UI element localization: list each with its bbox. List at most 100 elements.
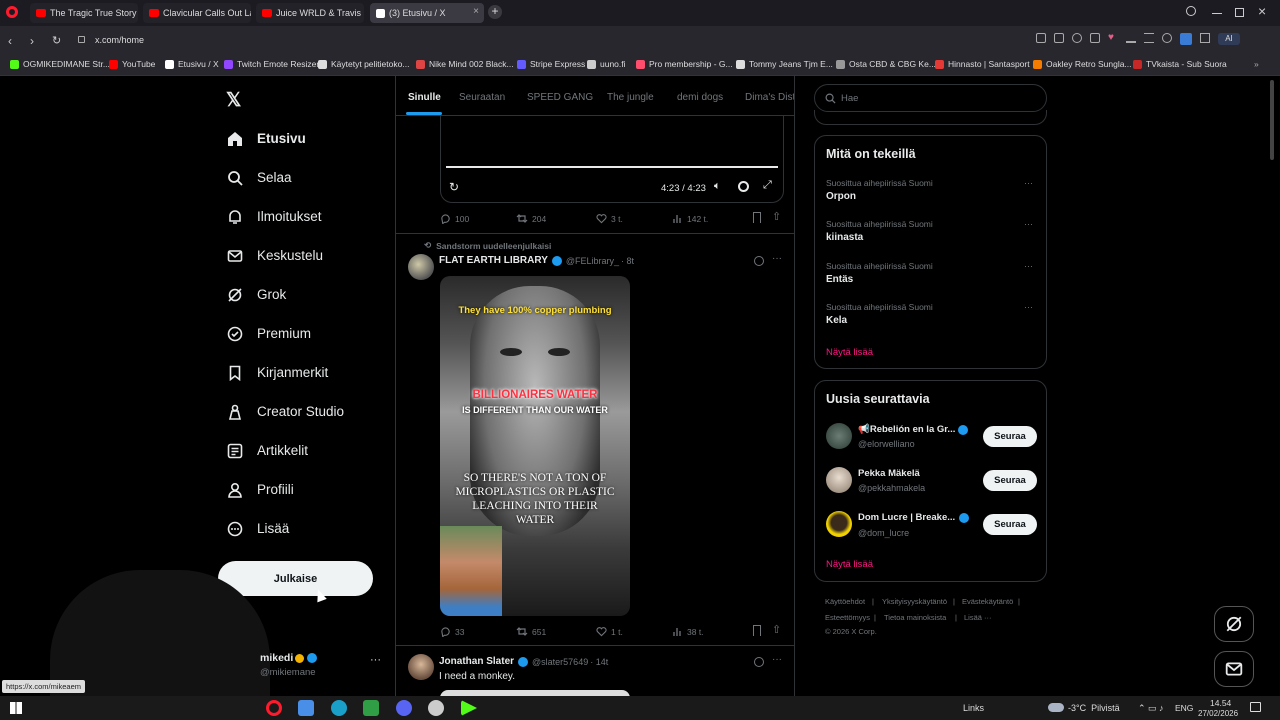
post-media-image[interactable]: They have 100% copper plumbing BILLIONAI… [440,276,630,616]
nav-item-creator-studio[interactable]: Creator Studio [226,403,344,420]
search-tabs-icon[interactable] [1186,6,1196,16]
extension-icon[interactable] [1180,33,1192,45]
more-icon[interactable]: ··· [772,654,782,665]
clock-date[interactable]: 27/02/2026 [1198,709,1238,718]
suggested-user-name[interactable]: Pekka Mäkelä [858,468,920,479]
nav-item-home[interactable]: Etusivu [226,130,306,147]
avatar[interactable] [408,254,434,280]
bookmark[interactable]: TVkaista - Sub Suora [1133,59,1227,69]
share-icon[interactable]: ⇧ [772,210,781,223]
post-author-handle[interactable]: @FELibrary_ [566,256,619,266]
tab-list[interactable]: demi dogs [677,92,723,103]
bookmark[interactable]: Hinnasto | Santasport [935,59,1030,69]
weather-label[interactable]: -3°C Pilvistä [1068,703,1120,713]
search-input[interactable]: Hae [841,93,858,104]
repost-button[interactable]: 651 [516,626,546,637]
nav-item-bookmarks[interactable]: Kirjanmerkit [226,364,328,381]
bookmark-icon[interactable] [753,625,761,636]
edge-taskbar-icon[interactable] [331,700,347,716]
app-taskbar-icon[interactable] [428,700,444,716]
profile-icon[interactable] [1162,33,1172,43]
app-taskbar-icon[interactable] [298,700,314,716]
opera-logo-icon[interactable] [6,6,18,18]
nav-item-explore[interactable]: Selaa [226,169,292,186]
trend-item[interactable]: Suosittua aihepiirissä Suomi Kela ··· [826,302,1036,326]
page-scrollbar[interactable] [1270,80,1274,160]
bookmark[interactable]: Pro membership - G... [636,59,733,69]
avatar[interactable] [826,467,852,493]
more-icon[interactable]: ··· [1024,219,1033,229]
reply-button[interactable]: 100 [440,213,469,224]
clock-time[interactable]: 14.54 [1210,698,1231,708]
more-icon[interactable]: ··· [772,253,782,264]
trend-item[interactable]: Suosittua aihepiirissä Suomi kiinasta ··… [826,219,1036,243]
post-time[interactable]: · 14t [590,657,608,667]
back-icon[interactable]: ‹ [8,34,12,48]
more-icon[interactable]: ··· [1024,302,1033,312]
footer-link[interactable]: Yksityisyyskäytäntö [882,597,947,606]
trend-item[interactable]: Suosittua aihepiirissä Suomi Entäs ··· [826,261,1036,285]
more-icon[interactable]: ··· [1024,178,1033,188]
tab-list[interactable]: SPEED GANG [527,92,593,103]
tab-list[interactable]: Dima's Dist [745,92,794,103]
bookmark[interactable]: Käytetyt pelitietoko... [318,59,409,69]
footer-link[interactable]: Käyttöehdot [825,597,865,606]
bookmark[interactable]: Tommy Jeans Tjm E... [736,59,833,69]
footer-link[interactable]: Lisää ··· [964,613,992,622]
tab-for-you[interactable]: Sinulle [408,92,441,103]
tray-icons[interactable]: ⌃ ▭ ♪ [1138,703,1164,714]
bookmark[interactable]: Stripe Express [517,59,585,69]
avatar[interactable] [826,423,852,449]
search-box[interactable]: Hae [814,84,1047,112]
url-field[interactable]: x.com/home [95,35,144,45]
suggested-user[interactable]: Dom Lucre | Breake... [858,512,970,523]
account-switcher[interactable]: mikedi @mikiemane ··· [260,652,385,682]
bookmark[interactable]: uuno.fi [587,59,626,69]
camera-icon[interactable] [1036,33,1046,43]
suggested-user[interactable]: 📢Rebelión en la Gr... [858,424,969,435]
ai-button[interactable]: AI [1218,33,1240,45]
nav-item-profile[interactable]: Profiili [226,481,294,498]
grok-float-button[interactable] [1214,606,1254,642]
bookmark-icon[interactable] [753,212,761,223]
links-toolbar[interactable]: Links [963,703,984,713]
show-more-link[interactable]: Näytä lisää [826,559,873,570]
new-tab-button[interactable]: + [488,5,502,19]
more-bookmarks-icon[interactable]: » [1254,59,1259,69]
heart-icon[interactable]: ♥ [1108,33,1118,43]
reload-icon[interactable]: ↻ [52,34,61,47]
tab-list[interactable]: The jungle [607,92,654,103]
settings-icon[interactable] [738,181,749,192]
nav-item-notifications[interactable]: Ilmoitukset [226,208,322,225]
forward-icon[interactable]: › [30,34,34,48]
like-button[interactable]: 3 t. [596,213,623,224]
post-button[interactable]: Julkaise [218,561,373,596]
bookmark[interactable]: Osta CBD & CBG Ke... [836,59,936,69]
bookmark[interactable]: Twitch Emote Resizer [224,59,319,69]
language-indicator[interactable]: ENG [1175,703,1193,713]
bookmark[interactable]: YouTube [109,59,155,69]
views-button[interactable]: 38 t. [672,626,704,637]
menu-icon[interactable] [1144,33,1154,43]
browser-tab-2[interactable]: Clavicular Calls Out Larry [143,3,251,23]
maximize-window-icon[interactable] [1235,8,1244,17]
bookmark[interactable]: OGMIKEDIMANE Str... [10,59,110,69]
show-more-link[interactable]: Näytä lisää [826,347,873,358]
post-author-name[interactable]: FLAT EARTH LIBRARY [439,255,548,266]
close-tab-icon[interactable]: × [473,6,479,17]
discord-taskbar-icon[interactable] [396,700,412,716]
account-menu-icon[interactable]: ··· [370,654,381,666]
grok-icon[interactable] [754,256,764,266]
reply-button[interactable]: 33 [440,626,464,637]
browser-tab-1[interactable]: The Tragic True Story of Ju [30,3,138,23]
nav-item-more[interactable]: Lisää [226,520,289,537]
post-author-handle[interactable]: @slater57649 [532,657,588,667]
volume-icon[interactable]: 🔈︎ [714,180,721,193]
messages-float-button[interactable] [1214,651,1254,687]
follow-button[interactable]: Seuraa [983,470,1037,491]
video-progress-bar[interactable] [446,166,778,168]
post-author-name[interactable]: Jonathan Slater [439,656,514,667]
x-logo-icon[interactable]: 𝕏 [226,89,241,112]
follow-button[interactable]: Seuraa [983,426,1037,447]
snapshot-icon[interactable] [1054,33,1064,43]
